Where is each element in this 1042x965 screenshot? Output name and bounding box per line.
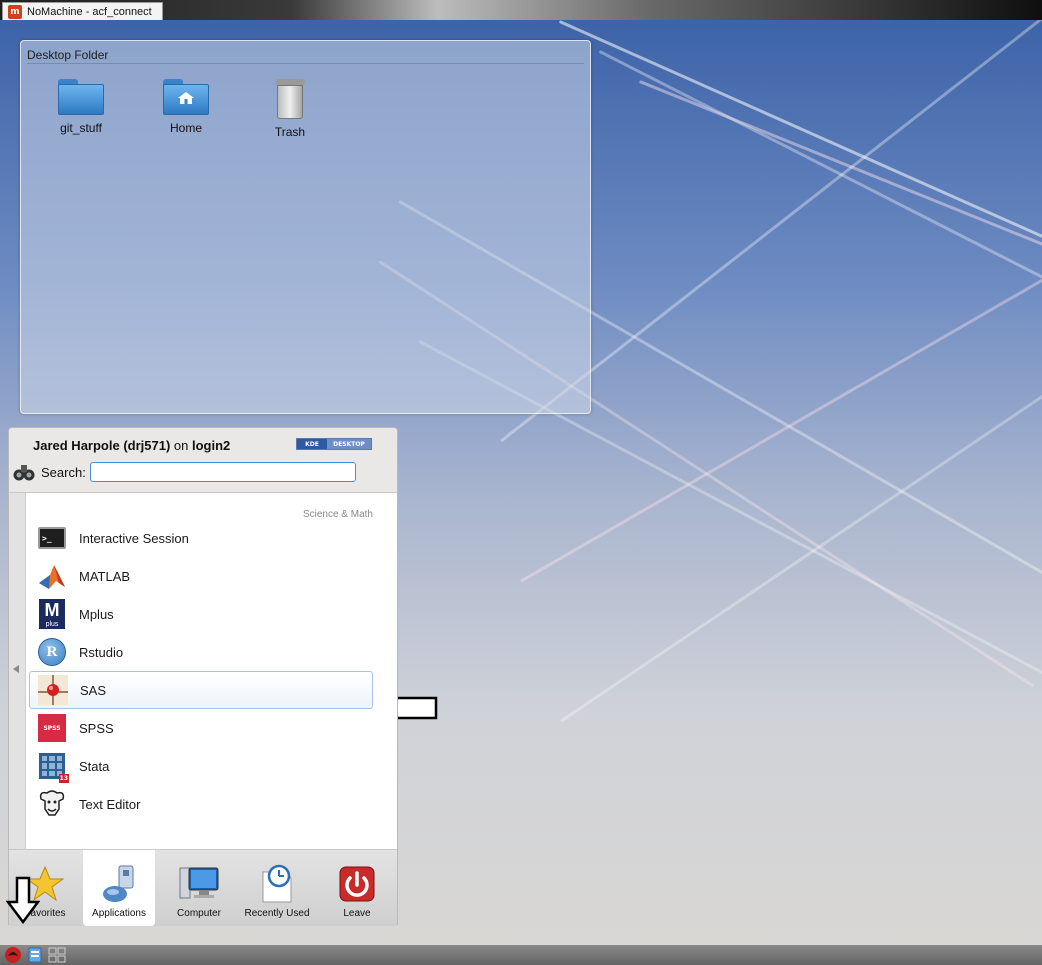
launcher-user-name: Jared Harpole (drj571) [33, 438, 171, 453]
binoculars-search-icon [13, 465, 35, 481]
applications-icon [103, 865, 134, 902]
tab-recently-used[interactable]: Recently Used [241, 850, 313, 926]
host-window-tab[interactable]: m NoMachine - acf_connect [2, 2, 163, 20]
launcher-hostname: login2 [192, 438, 231, 453]
launcher-search-row: Search: [11, 458, 381, 486]
application-launcher: Jared Harpole (drj571) on login2 KDE DES… [8, 427, 398, 926]
app-name: MATLAB [79, 568, 131, 584]
host-titlebar: m NoMachine - acf_connect [0, 0, 1042, 20]
matlab-icon [39, 565, 65, 589]
sas-icon [38, 675, 68, 705]
launcher-user-on: on [173, 438, 189, 453]
computer-icon [179, 867, 219, 899]
host-window-title: NoMachine - acf_connect [27, 5, 152, 18]
app-name: Rstudio [79, 644, 124, 660]
taskbar [0, 945, 1042, 965]
app-item-matlab[interactable]: MATLAB [29, 557, 373, 595]
app-name: Text Editor [79, 796, 141, 812]
app-name: SPSS [79, 720, 114, 736]
app-name: Interactive Session [79, 530, 189, 546]
left-arrow-icon [13, 665, 19, 673]
launcher-menu-button[interactable] [4, 946, 22, 964]
trash-icon [275, 79, 305, 119]
app-item-mplus[interactable]: M plus Mplus [29, 595, 373, 633]
applications-list: Science & Math >_ Interactive Session MA… [9, 492, 397, 850]
tab-computer[interactable]: Computer [163, 850, 235, 926]
desktop-folder-title: Desktop Folder [27, 48, 109, 62]
desktop-icon-label: Trash [274, 125, 306, 139]
back-navigation-strip[interactable] [9, 493, 26, 849]
recently-used-clock-icon [262, 864, 292, 903]
app-item-spss[interactable]: SPSS SPSS [29, 709, 373, 747]
app-name: SAS [80, 682, 107, 698]
desktop-icon-label: git_stuff [60, 121, 102, 135]
tab-leave[interactable]: Leave [321, 850, 393, 926]
desktop-folder-divider [27, 63, 584, 64]
app-name: Mplus [79, 606, 114, 622]
kde-desktop-badge: KDE DESKTOP [296, 438, 372, 450]
desktop-icon-home[interactable]: Home [146, 79, 226, 135]
nomachine-logo-icon: m [8, 4, 22, 19]
text-editor-icon [39, 790, 65, 816]
app-item-interactive-session[interactable]: >_ Interactive Session [29, 519, 373, 557]
annotation-down-arrow-icon [6, 876, 40, 924]
app-name: Stata [79, 758, 110, 774]
launcher-user-line: Jared Harpole (drj571) on login2 [33, 438, 230, 453]
app-item-sas[interactable]: SAS [29, 671, 373, 709]
desktop-icon-label: Home [169, 121, 202, 135]
app-item-rstudio[interactable]: R Rstudio [29, 633, 373, 671]
launcher-tabs: Favorites Applications Computer Recently… [9, 850, 397, 926]
mplus-icon: M plus [37, 599, 67, 629]
search-label: Search: [41, 464, 86, 480]
folder-icon [58, 79, 104, 115]
spss-icon: SPSS [37, 713, 67, 743]
app-item-stata[interactable]: 13 Stata [29, 747, 373, 785]
tab-applications[interactable]: Applications [83, 850, 155, 926]
power-icon [339, 866, 375, 902]
desktop-icon-trash[interactable]: Trash [250, 79, 330, 139]
virtual-desktop-pager-icon[interactable] [48, 946, 66, 964]
terminal-icon: >_ [37, 523, 67, 553]
home-folder-icon [163, 79, 209, 115]
desktop-folder-widget[interactable]: Desktop Folder git_stuff Home Trash [20, 40, 591, 414]
stata-icon: 13 [37, 751, 69, 783]
app-item-text-editor[interactable]: Text Editor [29, 785, 373, 823]
search-input[interactable] [89, 462, 356, 482]
desktop-icon-git-stuff[interactable]: git_stuff [41, 79, 121, 135]
file-manager-icon[interactable] [26, 946, 44, 964]
rstudio-icon: R [37, 637, 67, 667]
